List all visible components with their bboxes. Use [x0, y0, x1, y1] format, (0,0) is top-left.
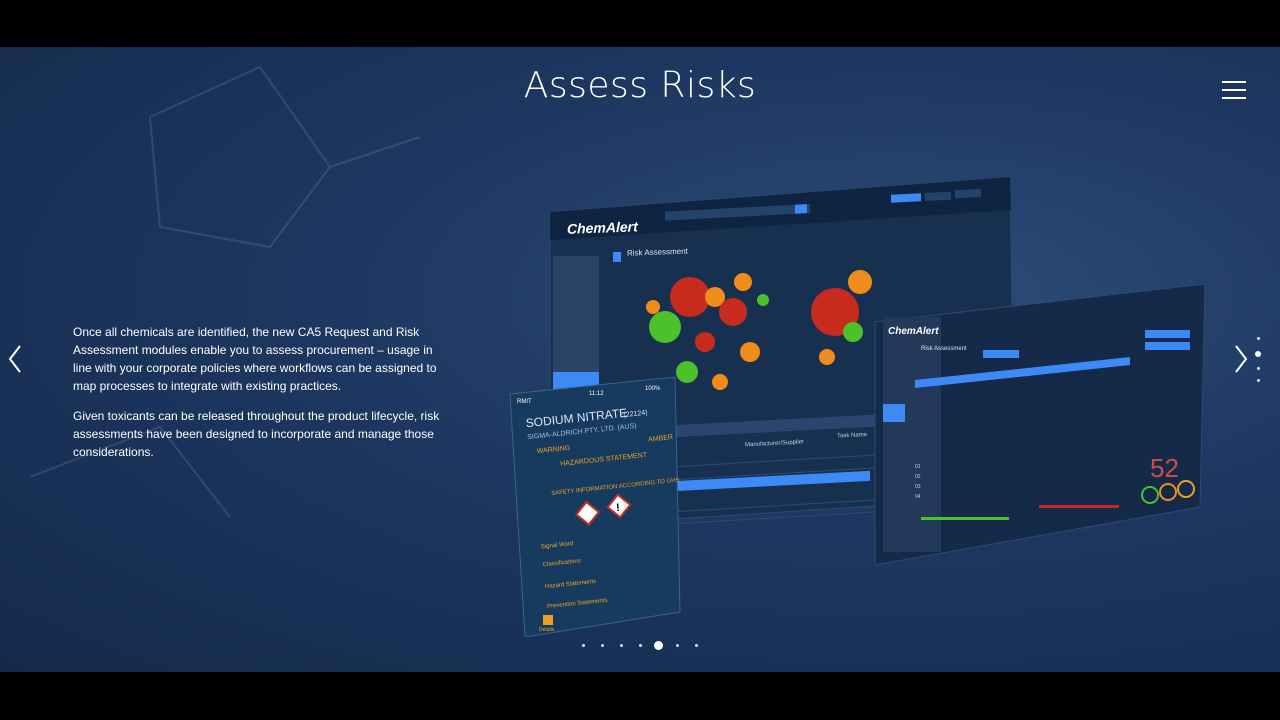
- pager-dot[interactable]: [620, 644, 623, 647]
- pager-dot[interactable]: [582, 644, 585, 647]
- tablet-window: ChemAlert Risk Assessment 01 02 03 04 52: [874, 283, 1206, 566]
- pager-dot[interactable]: [695, 644, 698, 647]
- chevron-right-icon[interactable]: [1228, 343, 1252, 375]
- description: Once all chemicals are identified, the n…: [73, 323, 443, 473]
- chevron-left-icon[interactable]: [4, 343, 28, 375]
- section-dot-active[interactable]: [1255, 351, 1261, 357]
- description-paragraph: Once all chemicals are identified, the n…: [73, 325, 437, 393]
- page-title: Assess Risks: [523, 65, 757, 106]
- slide-pager: [578, 639, 708, 653]
- section-dot[interactable]: [1257, 337, 1260, 340]
- tablet-row: 03: [915, 484, 921, 490]
- phone-status-carrier: RMIT: [517, 399, 532, 405]
- letterbox-top: [0, 0, 1280, 47]
- brand-logo: ChemAlert: [567, 218, 639, 237]
- section-dots: [1254, 337, 1264, 385]
- tablet-section-label: Risk Assessment: [921, 346, 967, 352]
- section-dot[interactable]: [1257, 367, 1260, 370]
- risk-score: 52: [1150, 453, 1179, 483]
- section-dot[interactable]: [1257, 379, 1260, 382]
- letterbox-bottom: [0, 672, 1280, 720]
- hamburger-menu-icon[interactable]: [1220, 79, 1250, 101]
- hero-slide: Assess Risks Once all chemicals are iden…: [0, 47, 1280, 672]
- pager-dot-active[interactable]: [654, 641, 663, 650]
- description-paragraph: Given toxicants can be released througho…: [73, 409, 440, 459]
- phone-tab-details: Details: [539, 627, 555, 633]
- tablet-row: 02: [915, 474, 921, 480]
- tablet-row: 04: [915, 494, 921, 500]
- phone-mockup: RMIT 11:12 100% SODIUM NITRATE (22124) S…: [509, 376, 681, 637]
- pager-dot[interactable]: [601, 644, 604, 647]
- tablet-brand-logo: ChemAlert: [888, 326, 939, 337]
- tablet-row: 01: [915, 464, 921, 470]
- pager-dot[interactable]: [639, 644, 642, 647]
- phone-status-battery: 100%: [645, 386, 661, 392]
- product-screenshot: ChemAlert Risk Assessment Manufacturer/S…: [509, 176, 1206, 637]
- phone-status-time: 11:12: [589, 391, 604, 397]
- pager-dot[interactable]: [676, 644, 679, 647]
